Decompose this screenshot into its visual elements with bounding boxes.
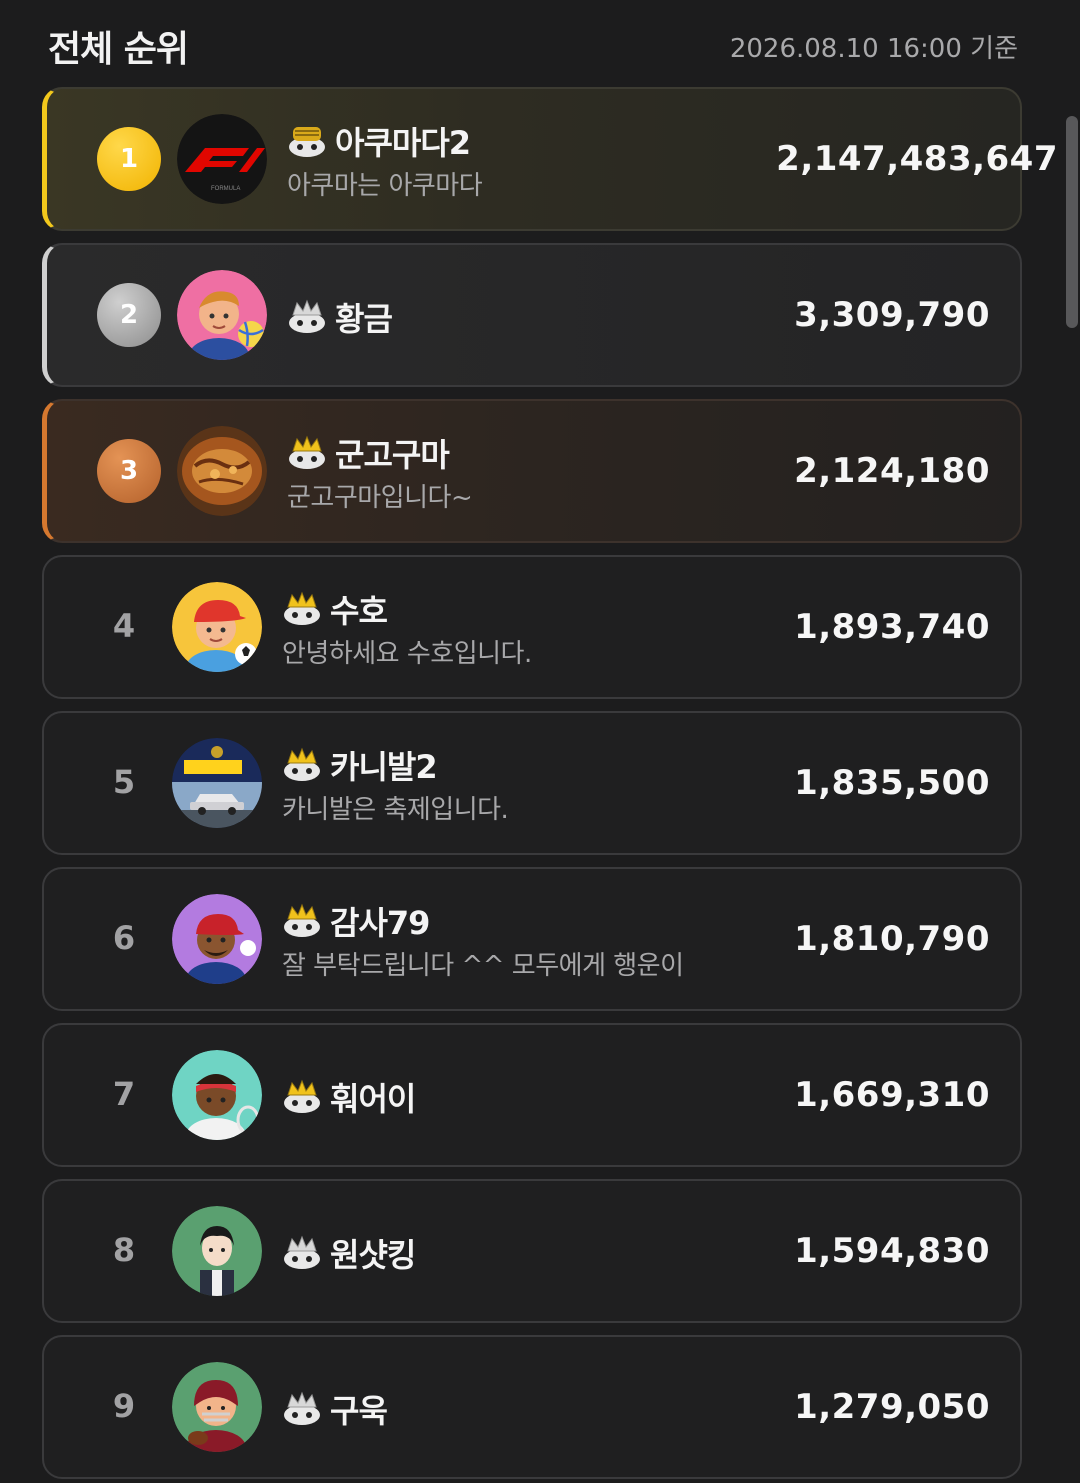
ranking-row[interactable]: 7 훠어이 1,669,310 <box>42 1023 1022 1167</box>
avatar[interactable] <box>172 738 262 828</box>
rank-number: 8 <box>112 1231 136 1269</box>
silver-level-icon <box>282 1391 322 1427</box>
f1-logo-icon: FORMULA <box>177 114 267 204</box>
page-title: 전체 순위 <box>48 29 189 70</box>
header: 전체 순위 2026.08.10 16:00 기준 <box>0 0 1080 88</box>
cartoon-man-icon <box>172 1206 262 1296</box>
user-info: 원샷킹 <box>282 1231 762 1275</box>
rank-number: 5 <box>112 763 136 801</box>
ranking-row[interactable]: 6 감사79 잘 부탁드립니다 ^^ 모두에게 행운이 1,810,790 <box>42 867 1022 1011</box>
rank-number: 4 <box>112 607 136 645</box>
avatar[interactable] <box>172 1206 262 1296</box>
rank-badge-gold: 1 <box>97 127 161 191</box>
user-name: 군고구마 <box>335 436 450 474</box>
score: 3,309,790 <box>794 295 990 335</box>
rank-number: 6 <box>112 919 136 957</box>
rank-number: 7 <box>112 1075 136 1113</box>
ranking-row[interactable]: 8 원샷킹 1,594,830 <box>42 1179 1022 1323</box>
soccer-boy-icon <box>172 582 262 672</box>
user-bio: 군고구마입니다~ <box>287 483 473 513</box>
score: 1,835,500 <box>794 763 990 803</box>
score: 2,124,180 <box>794 451 990 491</box>
user-info: 구욱 <box>282 1387 762 1431</box>
user-info: 감사79 잘 부탁드립니다 ^^ 모두에게 행운이 <box>282 899 762 982</box>
avatar[interactable]: FORMULA <box>177 114 267 204</box>
score: 1,893,740 <box>794 607 990 647</box>
ranking-row[interactable]: 1 FORMULA 아쿠마다2 아쿠마는 아쿠마다 2,147,483,647 <box>42 87 1058 231</box>
updated-timestamp: 2026.08.10 16:00 기준 <box>729 34 1018 64</box>
football-player-icon <box>172 1362 262 1452</box>
user-name: 황금 <box>335 300 393 338</box>
silver-level-icon <box>287 299 327 335</box>
rank-number: 9 <box>112 1387 136 1425</box>
user-info: 카니발2 카니발은 축제입니다. <box>282 743 762 826</box>
user-name: 아쿠마다2 <box>335 124 471 162</box>
gold-level-icon <box>282 1079 322 1115</box>
user-info: 군고구마 군고구마입니다~ <box>287 431 767 514</box>
score: 1,279,050 <box>794 1387 990 1427</box>
user-bio: 안녕하세요 수호입니다. <box>282 639 532 669</box>
avatar[interactable] <box>172 582 262 672</box>
volleyball-boy-icon <box>177 270 267 360</box>
user-bio: 아쿠마는 아쿠마다 <box>287 171 483 201</box>
user-info: 수호 안녕하세요 수호입니다. <box>282 587 762 670</box>
score: 1,669,310 <box>794 1075 990 1115</box>
user-name: 카니발2 <box>330 748 438 786</box>
user-name: 수호 <box>330 592 388 630</box>
silver-level-icon <box>282 1235 322 1271</box>
ranking-row[interactable]: 3 군고구마 군고구마입니다~ 2,124,180 <box>42 399 1022 543</box>
ranking-row[interactable]: 5 카니발2 카니발은 축제입니다. 1,835,500 <box>42 711 1022 855</box>
scrollbar[interactable] <box>1066 116 1078 328</box>
avatar[interactable] <box>172 1362 262 1452</box>
score: 1,810,790 <box>794 919 990 959</box>
ranking-row[interactable]: 9 구욱 1,279,050 <box>42 1335 1022 1479</box>
gold-level-icon <box>282 747 322 783</box>
gold-level-icon <box>287 123 327 159</box>
user-info: 황금 <box>287 295 767 339</box>
avatar[interactable] <box>172 894 262 984</box>
gold-level-icon <box>282 591 322 627</box>
gold-level-icon <box>287 435 327 471</box>
rank-badge-silver: 2 <box>97 283 161 347</box>
ranking-page: 전체 순위 2026.08.10 16:00 기준 1 FORMULA 아쿠마다… <box>0 0 1080 1483</box>
user-name: 구욱 <box>330 1392 388 1430</box>
score: 2,147,483,647 <box>776 139 1058 179</box>
ranking-row[interactable]: 2 황금 3,309,790 <box>42 243 1022 387</box>
user-bio: 카니발은 축제입니다. <box>282 795 509 825</box>
rank-badge-bronze: 3 <box>97 439 161 503</box>
baseball-man-icon <box>172 894 262 984</box>
user-info: 아쿠마다2 아쿠마는 아쿠마다 <box>287 119 767 202</box>
gold-level-icon <box>282 903 322 939</box>
carnival-car-icon <box>172 738 262 828</box>
user-bio: 잘 부탁드립니다 ^^ 모두에게 행운이 <box>282 951 684 981</box>
tennis-player-icon <box>172 1050 262 1140</box>
score: 1,594,830 <box>794 1231 990 1271</box>
ranking-row[interactable]: 4 수호 안녕하세요 수호입니다. 1,893,740 <box>42 555 1022 699</box>
user-name: 훠어이 <box>330 1080 416 1118</box>
roasted-sweet-potato-icon <box>177 426 267 516</box>
avatar[interactable] <box>172 1050 262 1140</box>
user-name: 원샷킹 <box>330 1236 416 1274</box>
user-name: 감사79 <box>330 904 430 942</box>
avatar[interactable] <box>177 426 267 516</box>
svg-text:FORMULA: FORMULA <box>211 186 240 192</box>
user-info: 훠어이 <box>282 1075 762 1119</box>
avatar[interactable] <box>177 270 267 360</box>
ranking-list: 1 FORMULA 아쿠마다2 아쿠마는 아쿠마다 2,147,483,647 … <box>42 87 1058 1483</box>
